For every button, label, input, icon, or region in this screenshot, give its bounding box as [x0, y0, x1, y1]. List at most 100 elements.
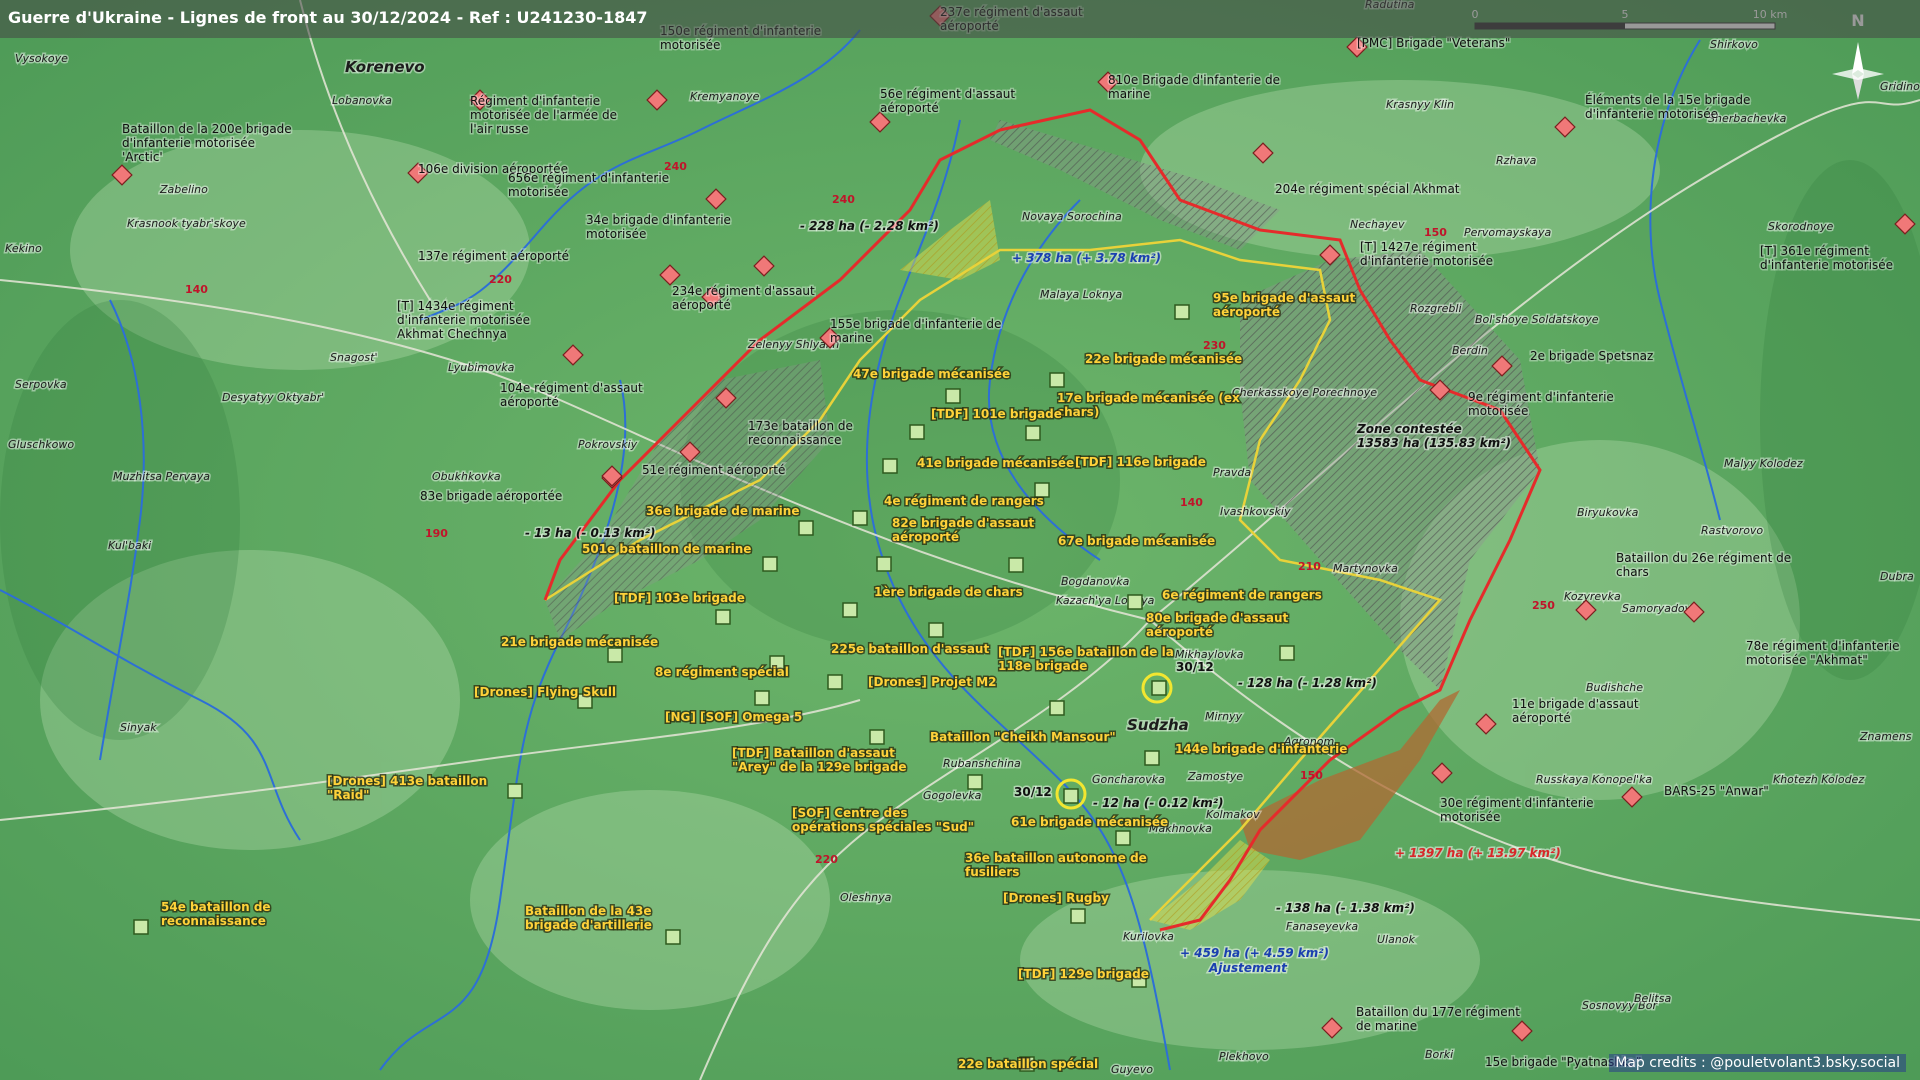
- ukrainian-unit-marker[interactable]: [1008, 557, 1024, 573]
- place-name: Gridino: [1880, 80, 1920, 93]
- ukrainian-unit-marker[interactable]: [798, 520, 814, 536]
- map-annotation: Ajustement: [1208, 961, 1288, 975]
- ukrainian-unit-marker[interactable]: [754, 690, 770, 706]
- ukrainian-unit-label: [Drones] Flying Skull: [474, 685, 616, 699]
- ukrainian-unit-label: 501e bataillon de marine: [582, 542, 751, 556]
- place-name: Kurilovka: [1123, 930, 1174, 943]
- place-name: Pravda: [1213, 466, 1251, 479]
- ukrainian-unit-marker[interactable]: [1049, 372, 1065, 388]
- ukrainian-unit-label: [TDF] 103e brigade: [614, 591, 745, 605]
- place-name: Muzhitsa Pervaya: [113, 470, 210, 483]
- place-name: Goncharovka: [1092, 773, 1165, 786]
- place-name: Malyy Kolodez: [1724, 457, 1803, 470]
- russian-unit-label: [PMC] Brigade "Veterans": [1357, 36, 1510, 50]
- map-annotation: - 128 ha (- 1.28 km²): [1238, 676, 1377, 690]
- ukrainian-unit-label: 54e bataillon de reconnaissance: [161, 900, 271, 928]
- road-number: 220: [815, 853, 838, 866]
- ukrainian-unit-marker[interactable]: [1025, 425, 1041, 441]
- place-name: Khotezh Kolodez: [1773, 773, 1864, 786]
- ukrainian-unit-marker[interactable]: [852, 510, 868, 526]
- front-line-map[interactable]: Korenevo Lobanovka Vysokoye Kremyanoye Zabel…: [0, 0, 1920, 1080]
- ukrainian-unit-marker[interactable]: [665, 929, 681, 945]
- place-name: Znamens: [1859, 730, 1912, 743]
- russian-unit-label: [T] 1427e régiment d'infanterie motorisée: [1360, 240, 1493, 268]
- map-annotation: - 138 ha (- 1.38 km²): [1276, 901, 1415, 915]
- ukrainian-unit-marker[interactable]: [827, 674, 843, 690]
- place-name: Lobanovka: [332, 94, 392, 107]
- ukrainian-unit-marker[interactable]: [882, 458, 898, 474]
- place-name: Belitsa: [1634, 992, 1671, 1005]
- ukrainian-unit-label: 225e bataillon d'assaut: [831, 642, 989, 656]
- place-name: Lyubimovka: [448, 361, 515, 374]
- map-credits[interactable]: Map credits : @pouletvolant3.bsky.social: [1609, 1054, 1906, 1072]
- place-name: Russkaya Konopel'ka: [1536, 773, 1652, 786]
- ukrainian-unit-label: [TDF] 101e brigade: [931, 407, 1062, 421]
- ukrainian-unit-label: [TDF] 129e brigade: [1018, 967, 1149, 981]
- ukrainian-unit-marker[interactable]: [928, 622, 944, 638]
- place-name: Rubanshchina: [943, 757, 1021, 770]
- place-name: Oleshnya: [840, 891, 892, 904]
- place-name: Guyevo: [1111, 1063, 1153, 1076]
- map-annotation: + 378 ha (+ 3.78 km²): [1012, 251, 1161, 265]
- place-name: Martynovka: [1333, 562, 1398, 575]
- place-name: Sudzha: [1127, 716, 1189, 734]
- ukrainian-unit-marker[interactable]: [876, 556, 892, 572]
- place-name: Gluschkowo: [8, 438, 74, 451]
- ukrainian-unit-marker[interactable]: [1127, 594, 1143, 610]
- ukrainian-unit-label: 36e brigade de marine: [646, 504, 799, 518]
- place-name: Bol'shoye Soldatskoye: [1475, 313, 1599, 326]
- ukrainian-unit-marker[interactable]: [507, 783, 523, 799]
- ukrainian-unit-marker[interactable]: [1144, 750, 1160, 766]
- ukrainian-unit-label: 21e brigade mécanisée: [501, 635, 658, 649]
- ukrainian-unit-marker[interactable]: [869, 729, 885, 745]
- ukrainian-unit-marker[interactable]: [762, 556, 778, 572]
- ukrainian-unit-label: 67e brigade mécanisée: [1058, 534, 1215, 548]
- place-name: Shirkovo: [1710, 38, 1758, 51]
- russian-unit-label: 51e régiment aéroporté: [642, 463, 785, 477]
- russian-unit-label: 83e brigade aéroportée: [420, 489, 562, 503]
- place-name: Krasnook tyabr'skoye: [127, 217, 246, 230]
- ukrainian-unit-marker[interactable]: [1049, 700, 1065, 716]
- russian-unit-label: BARS-25 "Anwar": [1664, 784, 1769, 798]
- ukrainian-unit-marker[interactable]: [1174, 304, 1190, 320]
- map-annotation: - 13 ha (- 0.13 km²): [525, 526, 656, 540]
- place-name: Kozyrevka: [1564, 590, 1621, 603]
- ukrainian-unit-marker[interactable]: [1070, 908, 1086, 924]
- ukrainian-unit-marker[interactable]: [1279, 645, 1295, 661]
- ukrainian-unit-label: 4e régiment de rangers: [884, 494, 1044, 508]
- place-name: Novaya Sorochina: [1022, 210, 1122, 223]
- ukrainian-unit-marker[interactable]: [842, 602, 858, 618]
- ukrainian-unit-label: Bataillon "Cheikh Mansour": [930, 730, 1116, 744]
- place-name: Malaya Loknya: [1040, 288, 1122, 301]
- place-name: Desyatyy Oktyabr': [222, 391, 324, 404]
- ukrainian-unit-marker[interactable]: [1151, 680, 1167, 696]
- place-name: Zabelino: [159, 183, 208, 196]
- place-name: Snagost': [330, 351, 377, 364]
- map-annotation: - 12 ha (- 0.12 km²): [1093, 796, 1224, 810]
- ukrainian-unit-label: 1ère brigade de chars: [874, 585, 1023, 599]
- ukrainian-unit-marker[interactable]: [133, 919, 149, 935]
- place-name: Rozgrebli: [1410, 302, 1462, 315]
- place-name: Rastvorovo: [1701, 524, 1763, 537]
- place-name: Fanaseyevka: [1286, 920, 1358, 933]
- road-number: 150: [1300, 769, 1323, 782]
- place-name: Pervomayskaya: [1464, 226, 1551, 239]
- ukrainian-unit-marker[interactable]: [715, 609, 731, 625]
- ukrainian-unit-marker[interactable]: [1063, 788, 1079, 804]
- ukrainian-unit-label: 41e brigade mécanisée: [917, 456, 1074, 470]
- ukrainian-unit-marker[interactable]: [945, 388, 961, 404]
- ukrainian-unit-marker[interactable]: [967, 774, 983, 790]
- road-number: 190: [425, 527, 448, 540]
- place-name: Biryukovka: [1577, 506, 1639, 519]
- place-name: Nechayev: [1350, 218, 1405, 231]
- place-name: Kremyanoye: [690, 90, 760, 103]
- ukrainian-unit-label: Bataillon de la 43e brigade d'artillerie: [525, 904, 652, 932]
- russian-unit-label: 173e bataillon de reconnaissance: [748, 419, 853, 447]
- map-annotation: + 1397 ha (+ 13.97 km²): [1395, 846, 1561, 860]
- ukrainian-unit-marker[interactable]: [607, 647, 623, 663]
- place-name: Krasnyy Klin: [1386, 98, 1454, 111]
- place-name: Kekino: [5, 242, 42, 255]
- ukrainian-unit-marker[interactable]: [909, 424, 925, 440]
- place-name: Budishche: [1586, 681, 1643, 694]
- ukrainian-unit-marker[interactable]: [1115, 830, 1131, 846]
